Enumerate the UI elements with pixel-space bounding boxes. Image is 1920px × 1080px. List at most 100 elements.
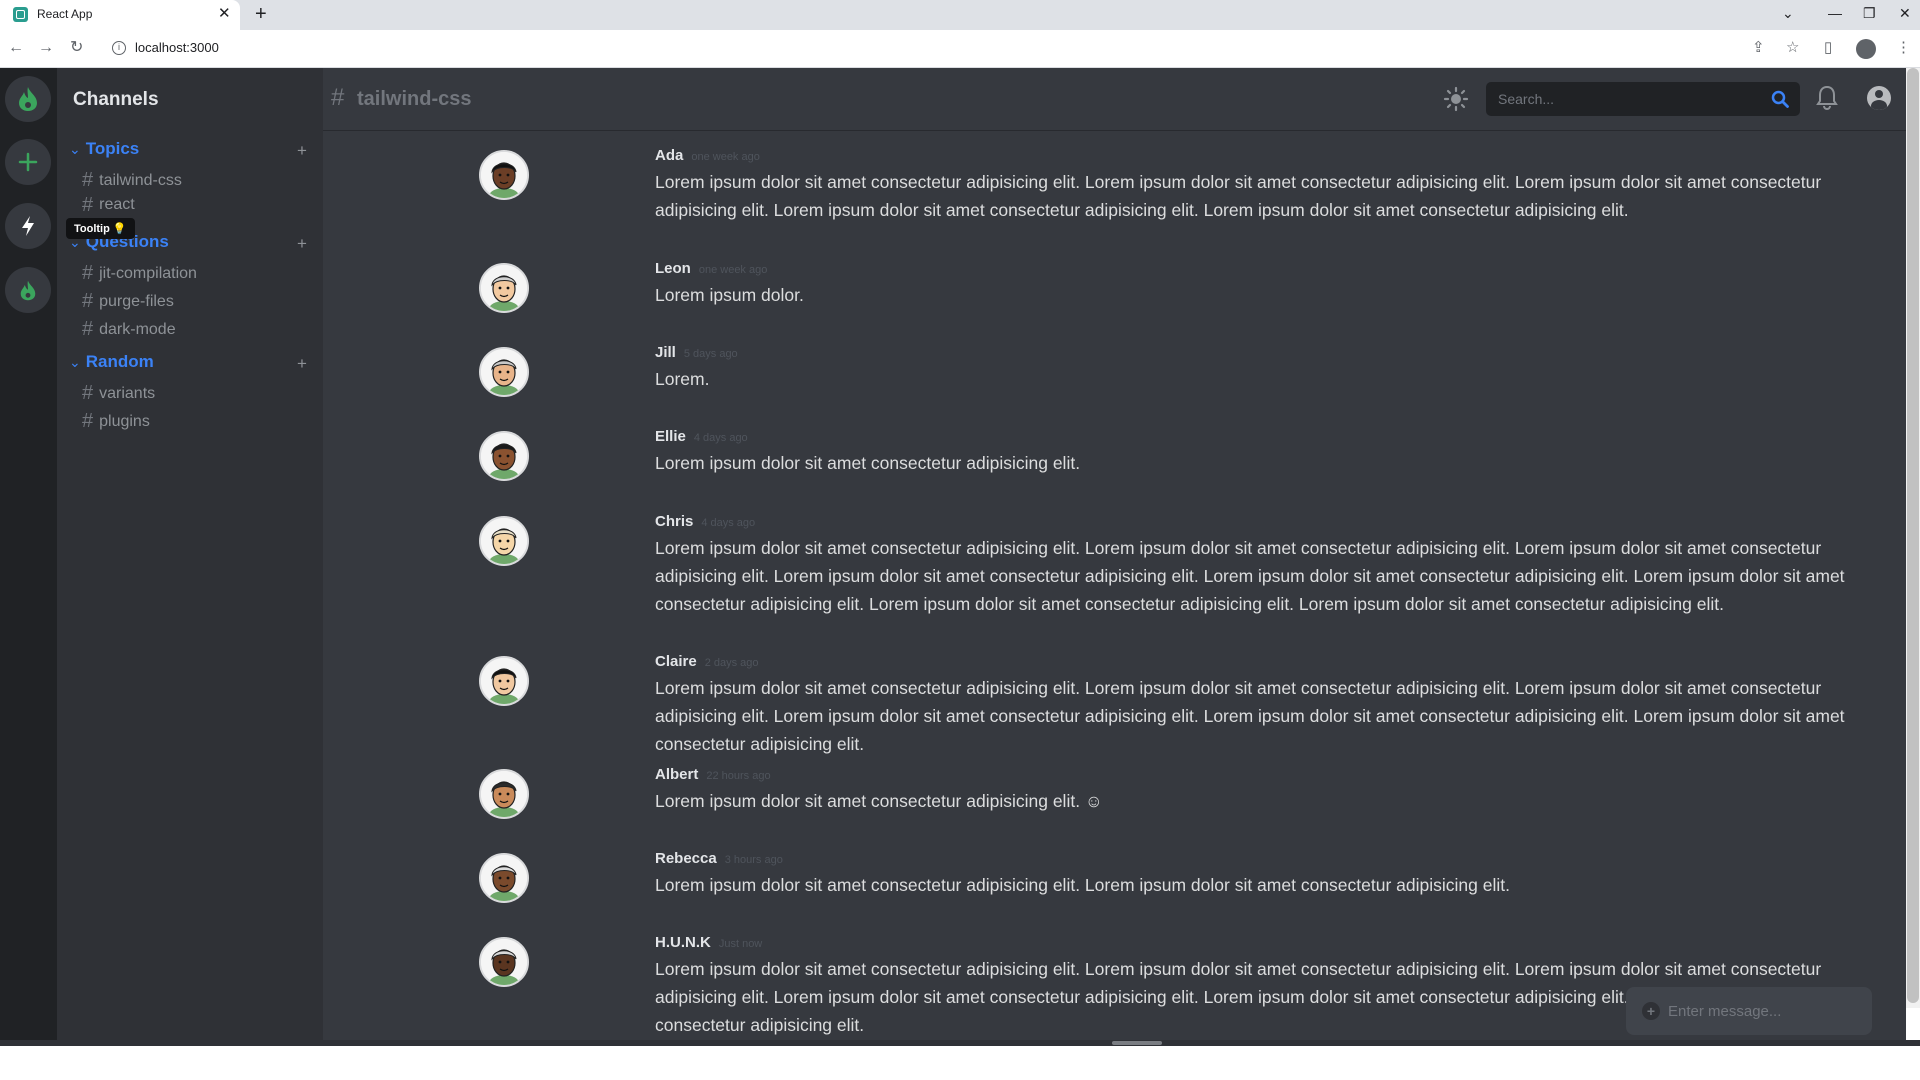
message-text: Lorem ipsum dolor sit amet consectetur a… xyxy=(655,453,1081,473)
channel-label: variants xyxy=(99,384,156,402)
reload-icon[interactable]: ↻ xyxy=(70,38,83,58)
message-text: Lorem. xyxy=(655,369,710,389)
message-composer[interactable]: + Enter message... xyxy=(1626,987,1872,1035)
message-author[interactable]: Jill xyxy=(655,344,676,361)
message-header: Rebecca 3 hours ago xyxy=(655,850,783,867)
browser-tab[interactable]: React App ✕ xyxy=(0,0,240,30)
back-icon[interactable]: ← xyxy=(8,38,24,58)
tab-search-icon[interactable]: ⌄ xyxy=(1782,4,1794,22)
add-channel-questions-button[interactable]: + xyxy=(297,235,307,252)
vertical-scrollbar[interactable] xyxy=(1907,68,1919,1003)
message-text: Lorem ipsum dolor sit amet consectetur a… xyxy=(655,678,1845,754)
channel-label: tailwind-css xyxy=(99,171,182,189)
flame-server-button[interactable] xyxy=(5,267,51,313)
message-header: Leon one week ago xyxy=(655,260,767,277)
channel-item-purge-files[interactable]: # purge-files xyxy=(82,290,174,313)
message-author[interactable]: Albert xyxy=(655,766,698,783)
message-text: Lorem ipsum dolor sit amet consectetur a… xyxy=(655,791,1103,811)
bolt-icon xyxy=(22,216,34,236)
channel-header: # tailwind-css Search... xyxy=(323,68,1906,130)
horizontal-scrollbar[interactable] xyxy=(1112,1041,1162,1045)
browser-menu-icon[interactable]: ⋮ xyxy=(1896,39,1911,57)
channels-sidebar: Channels ⌄ Topics + # tailwind-css # rea… xyxy=(57,68,323,1040)
message-author[interactable]: Claire xyxy=(655,653,697,670)
avatar[interactable] xyxy=(479,150,529,200)
message-author[interactable]: H.U.N.K xyxy=(655,934,711,951)
group-random[interactable]: ⌄ Random xyxy=(69,352,154,372)
avatar[interactable] xyxy=(479,431,529,481)
channel-item-plugins[interactable]: # plugins xyxy=(82,410,150,433)
plus-icon[interactable]: + xyxy=(1642,1002,1660,1020)
message-author[interactable]: Ada xyxy=(655,147,683,164)
message-author[interactable]: Rebecca xyxy=(655,850,717,867)
message-timestamp: 22 hours ago xyxy=(706,770,771,782)
close-window-button[interactable]: ✕ xyxy=(1899,4,1911,22)
restore-button[interactable]: ❐ xyxy=(1863,4,1876,22)
message-timestamp: Just now xyxy=(718,938,763,950)
chevron-down-icon: ⌄ xyxy=(69,141,81,157)
minimize-button[interactable]: — xyxy=(1828,4,1842,22)
channel-label: plugins xyxy=(99,412,150,430)
channel-title: tailwind-css xyxy=(357,88,472,110)
message-timestamp: 4 days ago xyxy=(693,432,748,444)
bell-icon[interactable] xyxy=(1816,85,1838,111)
search-input[interactable]: Search... xyxy=(1486,82,1800,116)
message-list: Ada one week ago Lorem ipsum dolor sit ame… xyxy=(323,130,1906,1040)
hash-icon: # xyxy=(82,410,94,432)
user-icon[interactable] xyxy=(1867,86,1891,110)
hash-icon: # xyxy=(82,290,94,312)
avatar[interactable] xyxy=(479,937,529,987)
avatar[interactable] xyxy=(479,347,529,397)
search-icon[interactable] xyxy=(1771,90,1789,108)
bolt-server-button[interactable] xyxy=(5,203,51,249)
channel-item-variants[interactable]: # variants xyxy=(82,382,155,405)
add-server-button[interactable] xyxy=(5,139,51,185)
new-tab-button[interactable]: + xyxy=(255,3,267,25)
avatar[interactable] xyxy=(479,516,529,566)
plus-icon xyxy=(18,152,38,172)
url-field[interactable]: localhost:3000 xyxy=(135,40,219,55)
home-server-button[interactable] xyxy=(5,76,51,122)
add-channel-random-button[interactable]: + xyxy=(297,355,307,372)
avatar[interactable] xyxy=(479,263,529,313)
message-header: Ellie 4 days ago xyxy=(655,428,748,445)
hash-icon: # xyxy=(331,84,345,111)
tab-close-icon[interactable]: ✕ xyxy=(218,5,231,23)
theme-toggle-icon[interactable] xyxy=(1443,86,1469,112)
server-rail xyxy=(0,68,57,1040)
message-author[interactable]: Leon xyxy=(655,260,691,277)
chevron-down-icon: ⌄ xyxy=(69,354,81,370)
forward-icon[interactable]: → xyxy=(38,38,54,58)
message-text: Lorem ipsum dolor. xyxy=(655,285,804,305)
channel-item-dark-mode[interactable]: # dark-mode xyxy=(82,318,176,341)
share-icon[interactable]: ⇪ xyxy=(1752,39,1765,57)
browser-tab-strip: React App ✕ + ⌄ — ❐ ✕ xyxy=(0,0,1920,30)
channel-item-tailwind-css[interactable]: # tailwind-css xyxy=(82,169,182,192)
flame-icon xyxy=(19,87,37,111)
site-info-icon[interactable]: i xyxy=(112,41,126,55)
message-author[interactable]: Chris xyxy=(655,513,693,530)
avatar[interactable] xyxy=(479,769,529,819)
message-input-placeholder: Enter message... xyxy=(1668,1003,1782,1020)
channel-item-jit-compilation[interactable]: # jit-compilation xyxy=(82,262,197,285)
channel-label: react xyxy=(99,196,135,213)
message-timestamp: 2 days ago xyxy=(704,657,759,669)
hash-icon: # xyxy=(82,262,94,284)
group-topics[interactable]: ⌄ Topics xyxy=(69,139,139,159)
message-timestamp: 3 hours ago xyxy=(724,854,783,866)
hash-icon: # xyxy=(82,196,94,214)
message-text: Lorem ipsum dolor sit amet consectetur a… xyxy=(655,172,1822,220)
bookmark-star-icon[interactable]: ☆ xyxy=(1786,39,1799,57)
tooltip: Tooltip 💡 xyxy=(66,218,135,239)
channel-item-react[interactable]: # react xyxy=(82,196,135,214)
message-text: Lorem ipsum dolor sit amet consectetur a… xyxy=(655,875,1510,895)
side-panel-icon[interactable]: ▯ xyxy=(1824,39,1832,57)
chat-app: Channels ⌄ Topics + # tailwind-css # rea… xyxy=(0,68,1906,1040)
add-channel-topics-button[interactable]: + xyxy=(297,142,307,159)
avatar[interactable] xyxy=(479,853,529,903)
horizontal-scrollbar-track xyxy=(0,1040,1920,1046)
message-author[interactable]: Ellie xyxy=(655,428,686,445)
channel-label: dark-mode xyxy=(99,320,176,338)
avatar[interactable] xyxy=(479,656,529,706)
profile-avatar-icon[interactable] xyxy=(1856,39,1876,59)
